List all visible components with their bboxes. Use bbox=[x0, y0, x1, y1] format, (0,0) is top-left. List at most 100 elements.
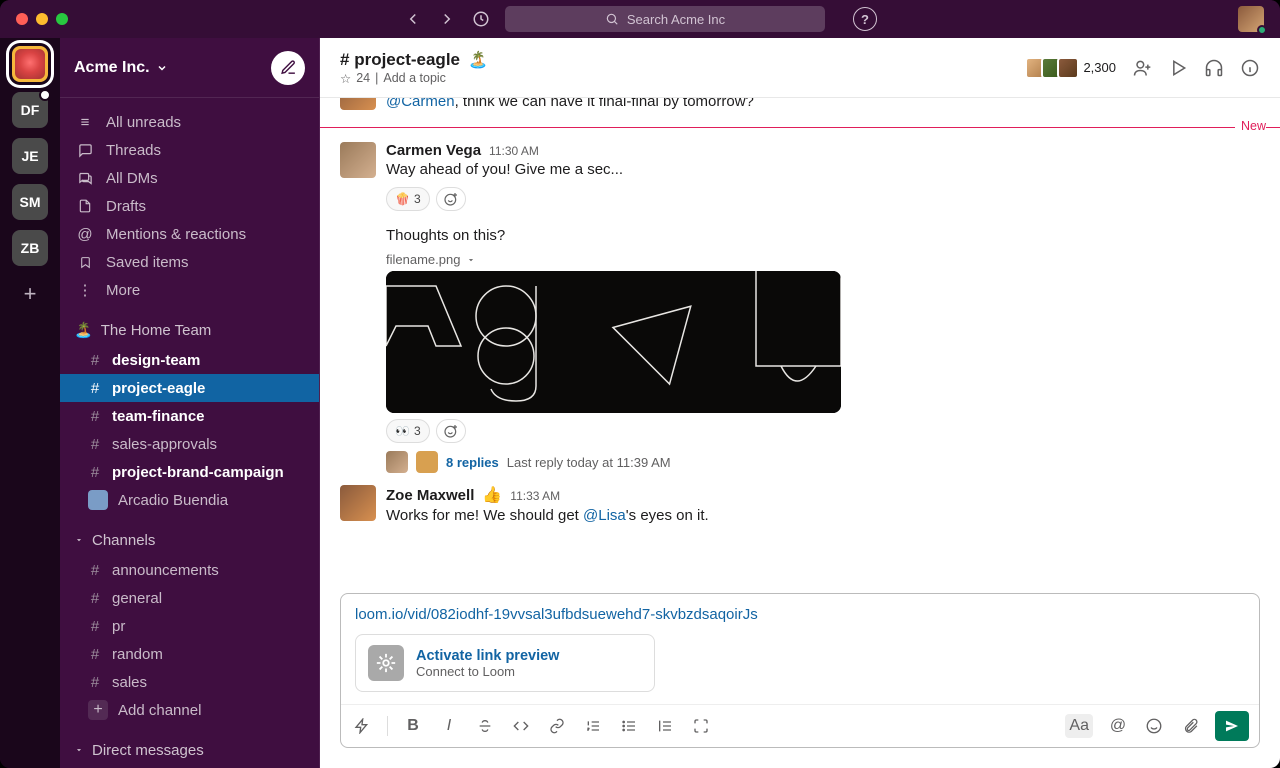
mention-icon[interactable]: @ bbox=[1107, 715, 1129, 737]
nav-more[interactable]: ⋮More bbox=[60, 276, 319, 304]
hash-icon: # bbox=[88, 464, 102, 481]
close-window[interactable] bbox=[16, 13, 28, 25]
presence-indicator bbox=[1257, 25, 1267, 35]
back-button[interactable] bbox=[403, 9, 423, 29]
format-toggle-icon[interactable]: Aa bbox=[1065, 714, 1093, 738]
new-messages-divider: New bbox=[320, 127, 1280, 128]
history-icon[interactable] bbox=[471, 9, 491, 29]
forward-button[interactable] bbox=[437, 9, 457, 29]
link-preview-card[interactable]: Activate link preview Connect to Loom bbox=[355, 634, 655, 692]
add-channel-button[interactable]: +Add channel bbox=[60, 696, 319, 724]
dm-arcadio[interactable]: Arcadio Buendia bbox=[60, 486, 319, 514]
add-reaction-button[interactable] bbox=[436, 187, 466, 211]
add-people-icon[interactable] bbox=[1132, 58, 1152, 78]
mention[interactable]: @Carmen bbox=[386, 98, 455, 110]
channel-project-brand-campaign[interactable]: #project-brand-campaign bbox=[60, 458, 319, 486]
channel-design-team[interactable]: #design-team bbox=[60, 346, 319, 374]
minimize-window[interactable] bbox=[36, 13, 48, 25]
ordered-list-icon[interactable] bbox=[582, 715, 604, 737]
channel-sales-approvals[interactable]: #sales-approvals bbox=[60, 430, 319, 458]
blockquote-icon[interactable] bbox=[654, 715, 676, 737]
content: # project-eagle 🏝️ ☆ 24 | Add a topic bbox=[320, 38, 1280, 768]
search-input[interactable]: Search Acme Inc bbox=[505, 6, 825, 32]
member-avatars[interactable] bbox=[1025, 57, 1079, 79]
message-text: Way ahead of you! Give me a sec... bbox=[386, 159, 1260, 181]
author-name[interactable]: Carmen Vega bbox=[386, 142, 481, 159]
hash-icon: # bbox=[88, 590, 102, 607]
send-button[interactable] bbox=[1215, 711, 1249, 741]
message-text: @Carmen, think we can have it final-fina… bbox=[386, 98, 1260, 113]
mention[interactable]: @Lisa bbox=[583, 507, 626, 524]
reaction-pill[interactable]: 👀3 bbox=[386, 419, 430, 443]
strike-icon[interactable] bbox=[474, 715, 496, 737]
channel-sales[interactable]: #sales bbox=[60, 668, 319, 696]
code-icon[interactable] bbox=[510, 715, 532, 737]
timestamp: 11:33 AM bbox=[510, 489, 560, 503]
headphones-icon[interactable] bbox=[1204, 58, 1224, 78]
nav-saved[interactable]: Saved items bbox=[60, 248, 319, 276]
add-workspace-button[interactable]: + bbox=[12, 276, 48, 312]
workspace-tile[interactable]: DF bbox=[12, 92, 48, 128]
attach-icon[interactable] bbox=[1179, 715, 1201, 737]
titlebar: Search Acme Inc ? bbox=[0, 0, 1280, 38]
add-topic-link[interactable]: Add a topic bbox=[383, 71, 446, 85]
nav-mentions[interactable]: @Mentions & reactions bbox=[60, 220, 319, 248]
channel-random[interactable]: #random bbox=[60, 640, 319, 668]
channel-announcements[interactable]: #announcements bbox=[60, 556, 319, 584]
hash-icon: # bbox=[88, 646, 102, 663]
image-attachment[interactable] bbox=[386, 271, 841, 413]
author-name[interactable]: Zoe Maxwell bbox=[386, 487, 474, 504]
code-block-icon[interactable] bbox=[690, 715, 712, 737]
composer-toolbar: B I Aa @ bbox=[341, 704, 1259, 747]
nav-all-dms[interactable]: All DMs bbox=[60, 164, 319, 192]
saved-icon bbox=[76, 255, 94, 270]
nav-threads[interactable]: Threads bbox=[60, 136, 319, 164]
drafts-icon bbox=[76, 199, 94, 213]
bold-icon[interactable]: B bbox=[402, 715, 424, 737]
hash-icon: # bbox=[88, 562, 102, 579]
bullet-list-icon[interactable] bbox=[618, 715, 640, 737]
channel-title[interactable]: # project-eagle bbox=[340, 50, 460, 70]
workspace-tile-active[interactable] bbox=[12, 46, 48, 82]
channel-team-finance[interactable]: #team-finance bbox=[60, 402, 319, 430]
help-icon[interactable]: ? bbox=[853, 7, 877, 31]
section-home-team[interactable]: 🏝️The Home Team bbox=[60, 314, 319, 346]
nav-all-unreads[interactable]: ≡All unreads bbox=[60, 108, 319, 136]
shortcuts-icon[interactable] bbox=[351, 715, 373, 737]
channel-general[interactable]: #general bbox=[60, 584, 319, 612]
workspace-rail: DF JE SM ZB + bbox=[0, 38, 60, 768]
info-icon[interactable] bbox=[1240, 58, 1260, 78]
pin-icon: ☆ bbox=[340, 71, 351, 86]
hash-icon: # bbox=[88, 618, 102, 635]
timestamp: 11:30 AM bbox=[489, 144, 539, 158]
link-icon[interactable] bbox=[546, 715, 568, 737]
team-switcher[interactable]: Acme Inc. bbox=[74, 59, 168, 77]
section-dms[interactable]: Direct messages bbox=[60, 734, 319, 766]
reaction-pill[interactable]: 🍿3 bbox=[386, 187, 430, 211]
italic-icon[interactable]: I bbox=[438, 715, 460, 737]
sidebar: Acme Inc. ≡All unreads Threads All DMs D… bbox=[60, 38, 320, 768]
huddle-icon[interactable] bbox=[1168, 58, 1188, 78]
add-reaction-button[interactable] bbox=[436, 419, 466, 443]
workspace-tile[interactable]: SM bbox=[12, 184, 48, 220]
section-channels[interactable]: Channels bbox=[60, 524, 319, 556]
maximize-window[interactable] bbox=[56, 13, 68, 25]
avatar[interactable] bbox=[340, 142, 376, 178]
channel-pr[interactable]: #pr bbox=[60, 612, 319, 640]
nav-drafts[interactable]: Drafts bbox=[60, 192, 319, 220]
compose-button[interactable] bbox=[271, 51, 305, 85]
member-count: 2,300 bbox=[1083, 60, 1116, 75]
composer-link-text[interactable]: loom.io/vid/082iodhf-19vvsal3ufbdsuewehd… bbox=[355, 606, 1245, 623]
hash-icon: # bbox=[88, 436, 102, 453]
emoji-icon[interactable] bbox=[1143, 715, 1165, 737]
avatar[interactable] bbox=[340, 98, 376, 110]
workspace-tile[interactable]: JE bbox=[12, 138, 48, 174]
channel-project-eagle[interactable]: #project-eagle bbox=[60, 374, 319, 402]
attachment-filename[interactable]: filename.png bbox=[386, 252, 1260, 267]
message-list: Zoe Maxwell11:27 AM @Carmen, think we ca… bbox=[320, 98, 1280, 593]
workspace-tile[interactable]: ZB bbox=[12, 230, 48, 266]
message-composer[interactable]: loom.io/vid/082iodhf-19vvsal3ufbdsuewehd… bbox=[340, 593, 1260, 748]
channel-header: # project-eagle 🏝️ ☆ 24 | Add a topic bbox=[320, 38, 1280, 98]
avatar[interactable] bbox=[340, 485, 376, 521]
thread-summary[interactable]: 8 replies Last reply today at 11:39 AM bbox=[386, 451, 1260, 473]
